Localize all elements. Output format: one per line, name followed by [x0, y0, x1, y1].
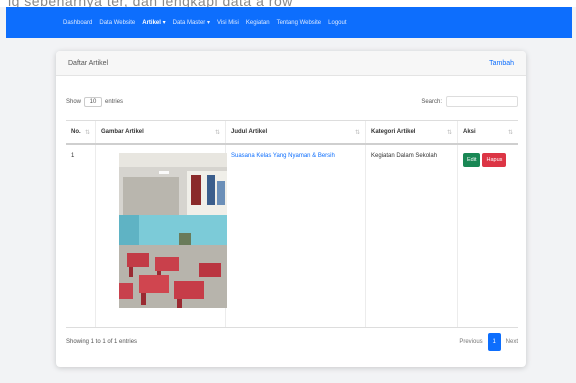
sort-icon: ⇅ [84, 129, 90, 136]
cell-no: 1 [66, 145, 96, 327]
nav-item-dashboard[interactable]: Dashboard [63, 20, 92, 26]
nav-item-artikel[interactable]: Artikel ▾ [142, 19, 165, 26]
articles-table: No. ⇅ Gambar Artikel ⇅ Judul Artikel ⇅ Kate… [66, 120, 518, 328]
delete-button[interactable]: Hapus [482, 153, 507, 167]
sort-icon: ⇅ [354, 129, 360, 136]
column-header-category[interactable]: Kategori Artikel ⇅ [366, 121, 458, 143]
nav-item-kegiatan[interactable]: Kegiatan [246, 20, 270, 26]
cell-category: Kegiatan Dalam Sekolah [366, 145, 458, 327]
sort-icon: ⇅ [214, 129, 220, 136]
column-header-label: Gambar Artikel [101, 129, 144, 135]
column-header-title[interactable]: Judul Artikel ⇅ [226, 121, 366, 143]
edit-button[interactable]: Edit [463, 153, 481, 167]
column-header-label: Judul Artikel [231, 129, 268, 135]
column-header-label: Aksi [463, 129, 476, 135]
previous-button[interactable]: Previous [459, 339, 482, 345]
search-label: Search: [421, 98, 442, 105]
pagination: Previous 1 Next [459, 333, 518, 351]
sort-icon: ⇅ [446, 129, 452, 136]
top-cropped-strip: ig sebenarnya ter, dan lengkapi data a r… [0, 0, 576, 7]
table-header-row: No. ⇅ Gambar Artikel ⇅ Judul Artikel ⇅ Kate… [66, 121, 518, 145]
search-box: Search: [421, 96, 518, 107]
next-button[interactable]: Next [506, 339, 518, 345]
add-article-link[interactable]: Tambah [489, 60, 514, 67]
nav-item-data-master[interactable]: Data Master ▾ [173, 19, 210, 26]
classroom-photo [119, 153, 227, 308]
article-title-link[interactable]: Suasana Kelas Yang Nyaman & Bersih [231, 153, 335, 159]
column-header-label: Kategori Artikel [371, 129, 416, 135]
card-title: Daftar Artikel [68, 59, 109, 67]
table-footer: Showing 1 to 1 of 1 entries Previous 1 N… [66, 333, 518, 351]
sort-icon: ⇅ [507, 129, 513, 136]
column-header-actions[interactable]: Aksi ⇅ [458, 121, 518, 143]
nav-item-visi-misi[interactable]: Visi Misi [217, 20, 239, 26]
table-controls: Show 10 entries Search: [66, 96, 518, 107]
entries-info: Showing 1 to 1 of 1 entries [66, 339, 138, 345]
cell-image [96, 145, 227, 327]
page-1-button[interactable]: 1 [487, 333, 501, 351]
nav-item-logout[interactable]: Logout [328, 20, 346, 26]
entries-length: Show 10 entries [66, 96, 124, 107]
column-header-image[interactable]: Gambar Artikel ⇅ [96, 121, 226, 143]
entries-label: entries [105, 98, 124, 105]
column-header-no[interactable]: No. ⇅ [66, 121, 96, 143]
table-row: 1 Suasana Kelas Yang Nyaman & Bersih Keg… [66, 145, 518, 327]
column-header-label: No. [71, 129, 81, 135]
nav-item-tentang-website[interactable]: Tentang Website [277, 20, 322, 26]
top-navbar: Dashboard Data Website Artikel ▾ Data Ma… [6, 7, 572, 38]
article-list-card: Daftar Artikel Tambah Show 10 entries Se… [56, 51, 526, 367]
nav-item-data-website[interactable]: Data Website [99, 20, 135, 26]
entries-length-select[interactable]: 10 [84, 96, 103, 107]
show-label: Show [66, 98, 82, 105]
article-image [119, 153, 227, 308]
cell-title: Suasana Kelas Yang Nyaman & Bersih [226, 145, 366, 327]
cell-actions: Edit Hapus [458, 145, 518, 327]
search-input[interactable] [446, 96, 518, 107]
card-header: Daftar Artikel Tambah [56, 51, 526, 76]
